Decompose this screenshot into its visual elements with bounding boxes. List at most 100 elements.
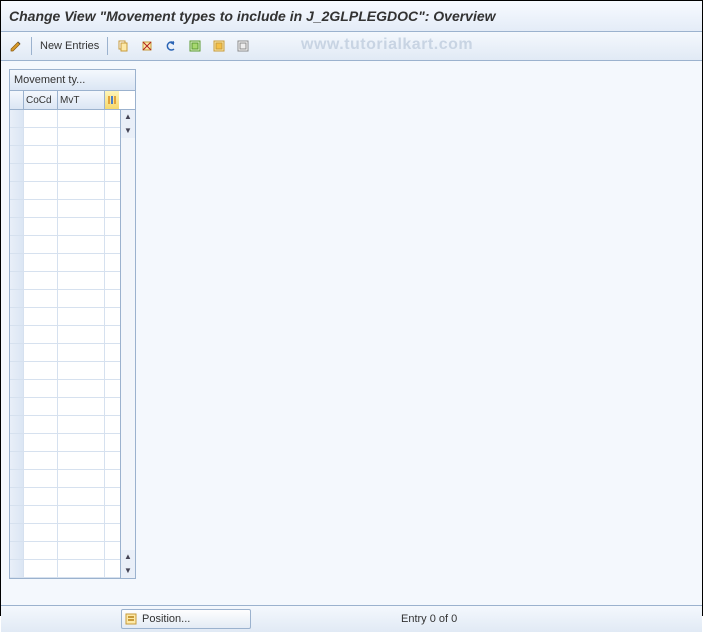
row-selector[interactable] (10, 470, 24, 487)
header-cocd[interactable]: CoCd (24, 91, 58, 109)
cell-mvt[interactable] (58, 434, 105, 451)
cell-mvt[interactable] (58, 362, 105, 379)
row-selector[interactable] (10, 110, 24, 127)
row-selector[interactable] (10, 542, 24, 559)
row-selector[interactable] (10, 560, 24, 577)
row-selector[interactable] (10, 182, 24, 199)
table-row[interactable] (10, 416, 120, 434)
table-row[interactable] (10, 560, 120, 578)
position-button[interactable]: Position... (121, 609, 251, 629)
table-row[interactable] (10, 434, 120, 452)
row-selector[interactable] (10, 272, 24, 289)
cell-cocd[interactable] (24, 560, 58, 577)
row-selector[interactable] (10, 398, 24, 415)
cell-cocd[interactable] (24, 236, 58, 253)
cell-mvt[interactable] (58, 110, 105, 127)
table-row[interactable] (10, 398, 120, 416)
copy-button[interactable] (112, 35, 134, 57)
cell-mvt[interactable] (58, 290, 105, 307)
deselect-all-button[interactable] (232, 35, 254, 57)
header-mvt[interactable]: MvT (58, 91, 105, 109)
cell-cocd[interactable] (24, 218, 58, 235)
cell-mvt[interactable] (58, 164, 105, 181)
row-selector[interactable] (10, 452, 24, 469)
cell-mvt[interactable] (58, 488, 105, 505)
cell-cocd[interactable] (24, 272, 58, 289)
table-row[interactable] (10, 362, 120, 380)
scroll-up-button[interactable]: ▲ (122, 110, 134, 124)
row-selector[interactable] (10, 164, 24, 181)
cell-cocd[interactable] (24, 146, 58, 163)
vertical-scrollbar[interactable]: ▲ ▼ ▲ ▼ (120, 110, 135, 578)
cell-cocd[interactable] (24, 416, 58, 433)
row-selector[interactable] (10, 434, 24, 451)
undo-button[interactable] (160, 35, 182, 57)
header-sel[interactable] (10, 91, 24, 109)
cell-cocd[interactable] (24, 164, 58, 181)
cell-cocd[interactable] (24, 182, 58, 199)
row-selector[interactable] (10, 380, 24, 397)
row-selector[interactable] (10, 524, 24, 541)
cell-mvt[interactable] (58, 146, 105, 163)
cell-mvt[interactable] (58, 470, 105, 487)
select-block-button[interactable] (208, 35, 230, 57)
table-row[interactable] (10, 488, 120, 506)
cell-mvt[interactable] (58, 416, 105, 433)
cell-cocd[interactable] (24, 506, 58, 523)
row-selector[interactable] (10, 254, 24, 271)
row-selector[interactable] (10, 488, 24, 505)
table-row[interactable] (10, 542, 120, 560)
cell-mvt[interactable] (58, 380, 105, 397)
row-selector[interactable] (10, 308, 24, 325)
cell-cocd[interactable] (24, 380, 58, 397)
cell-cocd[interactable] (24, 344, 58, 361)
cell-mvt[interactable] (58, 452, 105, 469)
table-row[interactable] (10, 380, 120, 398)
table-row[interactable] (10, 344, 120, 362)
scroll-down-button[interactable]: ▼ (122, 564, 134, 578)
table-row[interactable] (10, 164, 120, 182)
cell-mvt[interactable] (58, 128, 105, 145)
cell-cocd[interactable] (24, 128, 58, 145)
cell-mvt[interactable] (58, 326, 105, 343)
new-entries-button[interactable]: New Entries (36, 40, 103, 52)
cell-mvt[interactable] (58, 542, 105, 559)
table-row[interactable] (10, 200, 120, 218)
cell-mvt[interactable] (58, 398, 105, 415)
select-all-button[interactable] (184, 35, 206, 57)
scroll-track[interactable] (121, 138, 135, 550)
scroll-up-btn-bottom[interactable]: ▲ (122, 550, 134, 564)
table-row[interactable] (10, 236, 120, 254)
cell-cocd[interactable] (24, 398, 58, 415)
row-selector[interactable] (10, 344, 24, 361)
table-row[interactable] (10, 182, 120, 200)
cell-cocd[interactable] (24, 254, 58, 271)
row-selector[interactable] (10, 146, 24, 163)
cell-mvt[interactable] (58, 236, 105, 253)
cell-mvt[interactable] (58, 272, 105, 289)
table-row[interactable] (10, 290, 120, 308)
row-selector[interactable] (10, 506, 24, 523)
row-selector[interactable] (10, 218, 24, 235)
row-selector[interactable] (10, 128, 24, 145)
cell-cocd[interactable] (24, 542, 58, 559)
cell-cocd[interactable] (24, 290, 58, 307)
cell-mvt[interactable] (58, 182, 105, 199)
table-row[interactable] (10, 272, 120, 290)
row-selector[interactable] (10, 362, 24, 379)
cell-cocd[interactable] (24, 434, 58, 451)
table-row[interactable] (10, 506, 120, 524)
row-selector[interactable] (10, 200, 24, 217)
cell-mvt[interactable] (58, 200, 105, 217)
table-row[interactable] (10, 524, 120, 542)
table-row[interactable] (10, 470, 120, 488)
cell-cocd[interactable] (24, 200, 58, 217)
cell-cocd[interactable] (24, 452, 58, 469)
table-row[interactable] (10, 254, 120, 272)
toggle-edit-button[interactable] (5, 35, 27, 57)
cell-mvt[interactable] (58, 560, 105, 577)
row-selector[interactable] (10, 326, 24, 343)
table-row[interactable] (10, 128, 120, 146)
cell-mvt[interactable] (58, 254, 105, 271)
cell-cocd[interactable] (24, 470, 58, 487)
